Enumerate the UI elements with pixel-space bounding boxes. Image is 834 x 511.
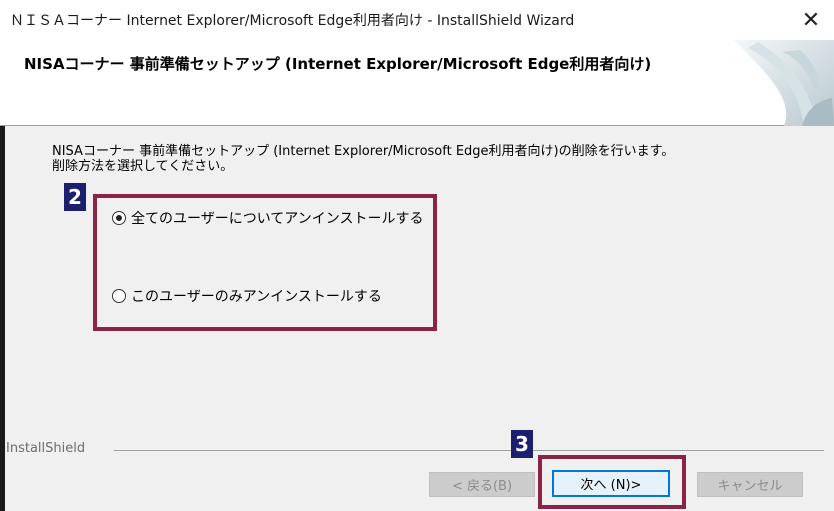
radio-all-users[interactable] <box>112 211 126 225</box>
installshield-divider: InstallShield <box>0 441 834 461</box>
option-all-users[interactable]: 全てのユーザーについてアンインストールする <box>112 208 423 228</box>
close-icon: ✕ <box>801 7 821 33</box>
installshield-brand: InstallShield <box>6 441 92 456</box>
title-bar: ＮＩＳＡコーナー Internet Explorer/Microsoft Edg… <box>0 0 834 40</box>
next-button[interactable]: 次へ (N)> <box>552 470 670 497</box>
step-badge-2: 2 <box>64 183 86 211</box>
cancel-button[interactable]: キャンセル <box>697 472 803 497</box>
radio-this-user[interactable] <box>112 289 126 303</box>
option-this-user[interactable]: このユーザーのみアンインストールする <box>112 286 382 306</box>
option-all-users-label: 全てのユーザーについてアンインストールする <box>131 211 424 227</box>
installer-window: ＮＩＳＡコーナー Internet Explorer/Microsoft Edg… <box>0 0 834 511</box>
description-line-2: 削除方法を選択してください。 <box>52 159 234 174</box>
wizard-header: NISAコーナー 事前準備セットアップ (Internet Explorer/M… <box>0 40 834 126</box>
option-this-user-label: このユーザーのみアンインストールする <box>131 289 382 305</box>
back-button[interactable]: < 戻る(B) <box>429 472 535 497</box>
description-line-1: NISAコーナー 事前準備セットアップ (Internet Explorer/M… <box>52 144 675 159</box>
step-badge-3: 3 <box>511 430 533 458</box>
header-title: NISAコーナー 事前準備セットアップ (Internet Explorer/M… <box>24 55 652 73</box>
window-title: ＮＩＳＡコーナー Internet Explorer/Microsoft Edg… <box>10 13 575 29</box>
divider-rule <box>114 450 824 451</box>
close-button[interactable]: ✕ <box>788 0 834 40</box>
description: NISAコーナー 事前準備セットアップ (Internet Explorer/M… <box>52 144 812 174</box>
installshield-banner-icon <box>734 40 834 126</box>
